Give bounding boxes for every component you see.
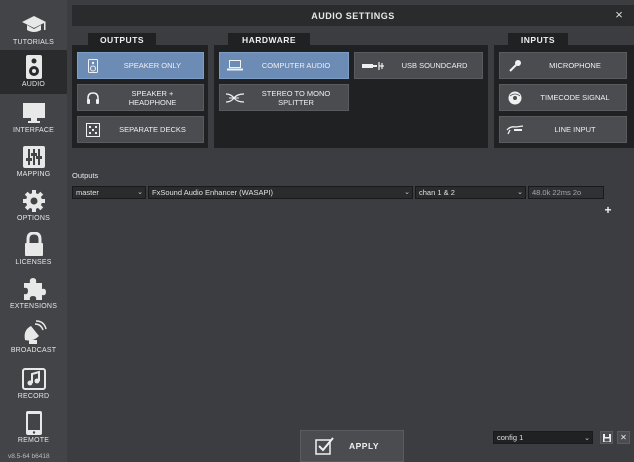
usb-icon [355, 61, 393, 71]
lock-icon [21, 232, 47, 258]
sidebar-item-audio[interactable]: AUDIO [0, 50, 67, 94]
add-output-button[interactable]: + [602, 204, 614, 216]
sidebar-item-label: EXTENSIONS [9, 303, 58, 310]
speaker-icon [78, 58, 108, 73]
sidebar-item-label: BROADCAST [10, 347, 57, 354]
save-config-button[interactable] [600, 431, 613, 444]
device-select[interactable]: FxSound Audio Enhancer (WASAPI) ⌄ [148, 186, 413, 199]
close-icon: ✕ [620, 433, 627, 442]
turntable-icon [500, 124, 530, 135]
button-label: SEPARATE DECKS [119, 125, 186, 134]
usb-soundcard-button[interactable]: USB SOUNDCARD [354, 52, 483, 79]
button-label: LINE INPUT [554, 125, 596, 134]
sidebar-item-label: MAPPING [16, 171, 51, 178]
timecode-signal-button[interactable]: TIMECODE SIGNAL [499, 84, 627, 111]
speaker-icon [21, 54, 47, 80]
computer-audio-button[interactable]: COMPUTER AUDIO [219, 52, 349, 79]
close-button[interactable]: × [612, 8, 626, 22]
sidebar-item-label: OPTIONS [17, 215, 50, 222]
microphone-icon [500, 59, 530, 73]
config-select[interactable]: config 1 ⌄ [493, 431, 593, 444]
sidebar-item-interface[interactable]: INTERFACE [0, 96, 67, 140]
sidebar-item-licenses[interactable]: LICENSES [0, 228, 67, 272]
sidebar-item-label: RECORD [17, 393, 50, 400]
button-label: STEREO TO MONO SPLITTER [261, 88, 331, 107]
headphones-icon [78, 91, 108, 104]
outputs-section-label: Outputs [72, 171, 99, 180]
sidebar-item-label: REMOTE [17, 437, 50, 444]
apply-button[interactable]: APPLY [300, 430, 404, 462]
save-icon [602, 433, 611, 442]
button-label: SPEAKER ONLY [123, 61, 182, 70]
window-title: AUDIO SETTINGS [311, 10, 395, 21]
sidebar-item-label: LICENSES [15, 259, 52, 266]
button-label: MICROPHONE [549, 61, 601, 70]
sidebar-item-record[interactable]: RECORD [0, 362, 67, 406]
vinyl-icon [500, 91, 530, 105]
speaker-only-button[interactable]: SPEAKER ONLY [77, 52, 204, 79]
microphone-button[interactable]: MICROPHONE [499, 52, 627, 79]
speaker-headphone-button[interactable]: SPEAKER + HEADPHONE [77, 84, 204, 111]
sidebar-item-remote[interactable]: REMOTE [0, 406, 67, 450]
line-input-button[interactable]: LINE INPUT [499, 116, 627, 143]
hardware-panel-header: HARDWARE [228, 33, 310, 47]
laptop-icon [220, 60, 250, 71]
music-note-icon [21, 366, 47, 392]
version-label: v8.5-64 b6418 [8, 453, 50, 460]
title-bar: AUDIO SETTINGS × [72, 5, 634, 26]
sidebar-item-label: TUTORIALS [13, 39, 54, 46]
button-label: COMPUTER AUDIO [261, 61, 331, 70]
inputs-panel-header: INPUTS [508, 33, 568, 47]
channel-select[interactable]: master ⌄ [72, 186, 146, 199]
sidebar-item-tutorials[interactable]: TUTORIALS [0, 8, 67, 52]
channels-select-value: chan 1 & 2 [419, 188, 455, 197]
sidebar: TUTORIALS AUDIO INTERFACE MAPPING OPTION… [0, 0, 67, 462]
puzzle-icon [21, 276, 47, 302]
channels-select[interactable]: chan 1 & 2 ⌄ [415, 186, 526, 199]
button-label: USB SOUNDCARD [401, 61, 468, 70]
checkbox-check-icon [301, 437, 349, 455]
outputs-panel-header: OUTPUTS [88, 33, 156, 47]
graduation-cap-icon [21, 12, 47, 38]
sidebar-item-broadcast[interactable]: BROADCAST [0, 316, 67, 360]
gear-icon [21, 188, 47, 214]
satellite-icon [21, 320, 47, 346]
button-label: SPEAKER + HEADPHONE [128, 88, 177, 107]
stereo-to-mono-splitter-button[interactable]: STEREO TO MONO SPLITTER [219, 84, 349, 111]
delete-config-button[interactable]: ✕ [617, 431, 630, 444]
phone-icon [21, 410, 47, 436]
monitor-icon [21, 100, 47, 126]
chevron-down-icon: ⌄ [584, 434, 590, 442]
decks-icon [78, 122, 108, 137]
splitter-icon [220, 92, 250, 104]
chevron-down-icon: ⌄ [137, 189, 143, 196]
separate-decks-button[interactable]: SEPARATE DECKS [77, 116, 204, 143]
chevron-down-icon: ⌄ [517, 189, 523, 196]
channel-select-value: master [76, 188, 99, 197]
sliders-icon [21, 144, 47, 170]
device-select-value: FxSound Audio Enhancer (WASAPI) [152, 188, 274, 197]
sidebar-item-extensions[interactable]: EXTENSIONS [0, 272, 67, 316]
latency-readout: 48.0k 22ms 2o [528, 186, 604, 199]
sidebar-item-label: AUDIO [21, 81, 46, 88]
config-select-value: config 1 [497, 433, 524, 442]
sidebar-item-mapping[interactable]: MAPPING [0, 140, 67, 184]
chevron-down-icon: ⌄ [404, 189, 410, 196]
sidebar-item-label: INTERFACE [12, 127, 55, 134]
apply-label: APPLY [349, 441, 380, 451]
button-label: TIMECODE SIGNAL [540, 93, 610, 102]
sidebar-item-options[interactable]: OPTIONS [0, 184, 67, 228]
